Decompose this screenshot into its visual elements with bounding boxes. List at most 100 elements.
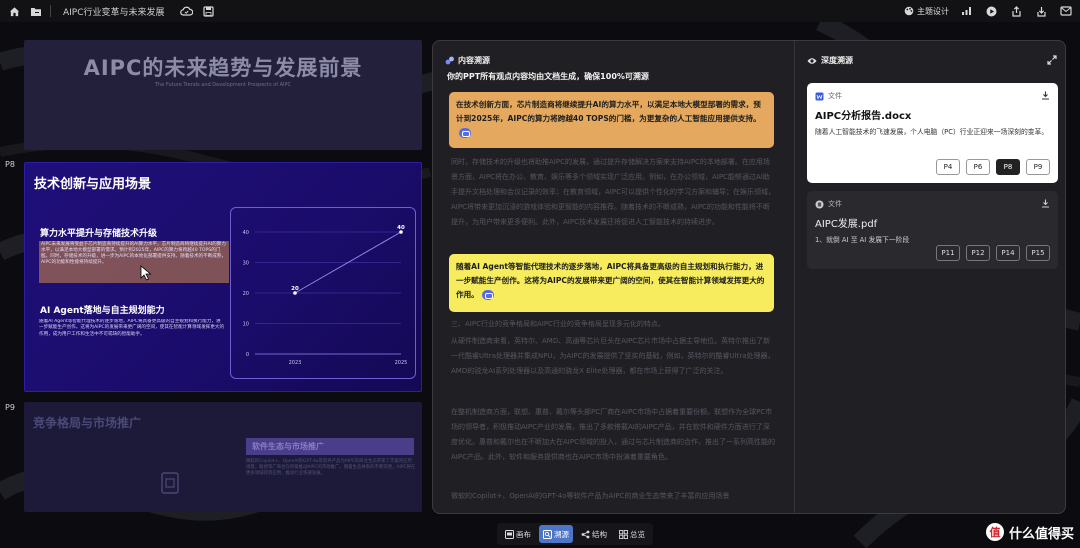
grid-icon xyxy=(619,529,628,539)
canvas-view-button[interactable]: 画布 xyxy=(501,525,535,543)
page-ref-button-active[interactable]: P8 xyxy=(996,159,1020,175)
download-icon[interactable] xyxy=(1041,199,1050,208)
source-view-label: 溯源 xyxy=(554,529,569,539)
source-file-card[interactable]: 文件 AIPC分析报告.docx 随着人工智能技术的飞速发展，个人电脑（PC）行… xyxy=(807,83,1058,183)
page-number-p8: P8 xyxy=(5,160,15,169)
watermark: 值 什么值得买 xyxy=(985,522,1074,542)
file-tag: 文件 xyxy=(815,91,1050,101)
y-tick-label: 20 xyxy=(243,291,249,297)
source-text: 三、AIPC行业的竞争格局和AIPC行业的竞争格局呈现多元化的特点。 xyxy=(451,320,665,328)
play-icon[interactable] xyxy=(983,3,999,19)
divider xyxy=(50,5,51,17)
slide-section-tag: 软件生态与市场推广 xyxy=(246,438,414,455)
highlight-text: 在技术创新方面，芯片制造商将继续提升AI的算力水平，以满足本地大模型部署的需求，… xyxy=(456,100,761,123)
mail-icon[interactable] xyxy=(1058,3,1074,19)
slide-title: AIPC的未来趋势与发展前景 xyxy=(83,56,363,80)
page-ref-button[interactable]: P14 xyxy=(996,245,1020,261)
watermark-text: 什么值得买 xyxy=(1008,526,1074,542)
top-bar-left: AIPC行业变革与未来发展 xyxy=(0,3,217,19)
structure-icon xyxy=(581,530,590,538)
word-file-icon xyxy=(815,92,824,100)
content-source-title: 内容溯源 xyxy=(458,56,490,65)
expand-icon[interactable] xyxy=(1047,55,1057,65)
theme-design-label: 主题设计 xyxy=(917,6,949,16)
canvas-view-label: 画布 xyxy=(516,529,531,539)
page-ref-button[interactable]: P6 xyxy=(966,159,990,175)
document-title[interactable]: AIPC行业变革与未来发展 xyxy=(63,5,165,18)
x-tick-label: 2023 xyxy=(289,360,302,366)
folder-icon[interactable] xyxy=(28,3,44,19)
deep-source-title: 深度溯源 xyxy=(821,56,853,65)
link-icon[interactable] xyxy=(459,128,471,138)
deep-source-column: 深度溯源 文件 AIPC分析报告.docx 随着人工智能技术的飞速发展，个人电脑… xyxy=(794,41,1065,513)
y-tick-label: 30 xyxy=(243,261,249,267)
y-tick-label: 40 xyxy=(243,230,249,236)
source-icon xyxy=(445,56,454,65)
slide-subtitle: The Future Trends and Development Prospe… xyxy=(154,82,292,88)
source-text: 在整机制造商方面，联想、惠普、戴尔等头部PC厂商在AIPC市场中占据着重要份额。… xyxy=(451,408,775,461)
slide-thumbnail-current[interactable]: 技术创新与应用场景 算力水平提升与存储技术升级 AIPC未来发展将受益于芯片制造… xyxy=(24,162,422,392)
source-file-card[interactable]: 文件 AIPC发展.pdf 1、就倒 AI 至 AI 发展下一阶段 P11 P1… xyxy=(807,191,1058,269)
page-ref-button[interactable]: P15 xyxy=(1026,245,1050,261)
page-number-p9: P9 xyxy=(5,403,15,412)
structure-view-button[interactable]: 结构 xyxy=(577,525,611,543)
palette-icon xyxy=(904,6,914,16)
deep-source-header: 深度溯源 xyxy=(807,55,853,66)
highlight-text: 随着AI Agent等智能代理技术的逐步落地，AIPC将具备更高级的自主规划和执… xyxy=(456,262,765,299)
watermark-logo-icon: 值 xyxy=(985,523,1004,541)
source-view-button[interactable]: 溯源 xyxy=(539,525,573,543)
canvas-icon xyxy=(505,529,514,539)
file-excerpt: 随着人工智能技术的飞速发展，个人电脑（PC）行业正迎来一场深刻的变革。 xyxy=(815,128,1049,136)
download-icon[interactable] xyxy=(1033,3,1049,19)
file-name: AIPC分析报告.docx xyxy=(815,111,912,122)
slide-thumbnail-bottom[interactable]: 竞争格局与市场推广 软件生态与市场推广 微软的Copilot+、OpenAI的G… xyxy=(24,402,422,512)
y-tick-label: 10 xyxy=(243,322,249,328)
source-text: 微软的Copilot+、OpenAI的GPT-4o等软件产品为AIPC的商业生态… xyxy=(451,492,730,500)
content-source-header: 内容溯源 xyxy=(445,55,490,66)
link-icon[interactable] xyxy=(481,290,494,300)
section-title: AI Agent落地与自主规划能力 xyxy=(40,306,165,316)
top-bar-right: 主题设计 xyxy=(904,3,1074,19)
file-tag-label: 文件 xyxy=(828,200,842,208)
home-icon[interactable] xyxy=(6,3,22,19)
file-name: AIPC发展.pdf xyxy=(815,219,878,230)
top-bar: AIPC行业变革与未来发展 主题设计 xyxy=(0,0,1080,22)
page-ref-button[interactable]: P9 xyxy=(1026,159,1050,175)
overview-view-button[interactable]: 总览 xyxy=(615,525,649,543)
structure-view-label: 结构 xyxy=(592,529,607,539)
slide-title: 竞争格局与市场推广 xyxy=(33,416,142,430)
save-icon[interactable] xyxy=(201,3,217,19)
section-text-highlighted: AIPC未来发展将受益于芯片制造商持续提升的AI算力水平，芯片制造商将继续提升A… xyxy=(39,241,229,283)
share-icon[interactable] xyxy=(1008,3,1024,19)
section-text: 随着AI Agent等智能代理技术的逐步落地，AIPC将具备更高级的自主规划和执… xyxy=(39,319,225,337)
slide-text: 微软的Copilot+、OpenAI的GPT-4o等软件产品为AIPC的商业生态… xyxy=(246,459,416,476)
source-text: 从硬件制造商来看，英特尔、AMD、高通等芯片巨头在AIPC芯片市场中占据主导地位… xyxy=(451,337,775,375)
slide-thumbnail-top[interactable]: AIPC的未来趋势与发展前景 The Future Trends and Dev… xyxy=(24,40,422,150)
chart-icon[interactable] xyxy=(958,3,974,19)
cloud-icon[interactable] xyxy=(179,3,195,19)
overview-view-label: 总览 xyxy=(630,529,645,539)
source-text: 同时，存储技术的升级也将助推AIPC的发展，通过提升存储解决方案来支持AIPC的… xyxy=(451,158,775,226)
svg-text:值: 值 xyxy=(989,525,1000,539)
page-ref-button[interactable]: P4 xyxy=(936,159,960,175)
highlighted-source-block[interactable]: 随着AI Agent等智能代理技术的逐步落地，AIPC将具备更高级的自主规划和执… xyxy=(449,254,774,312)
page-ref-button[interactable]: P12 xyxy=(966,245,990,261)
page-references: P4 P6 P8 P9 xyxy=(936,159,1050,175)
page-ref-button[interactable]: P11 xyxy=(936,245,960,261)
line-chart: 0 10 20 30 40 2023 2025 20 40 xyxy=(230,207,416,379)
slide-title: 技术创新与应用场景 xyxy=(34,177,152,192)
source-view-icon xyxy=(543,529,552,539)
download-icon[interactable] xyxy=(1041,91,1050,100)
content-source-subtitle: 你的PPT所有观点内容均由文档生成，确保100%可溯源 xyxy=(447,72,649,81)
x-tick-label: 2025 xyxy=(395,360,408,366)
view-mode-toolbar: 画布 溯源 结构 总览 xyxy=(497,523,653,545)
cursor-icon xyxy=(140,265,152,281)
data-label: 20 xyxy=(291,286,299,292)
content-source-column: 内容溯源 你的PPT所有观点内容均由文档生成，确保100%可溯源 在技术创新方面… xyxy=(433,41,793,513)
highlighted-source-block[interactable]: 在技术创新方面，芯片制造商将继续提升AI的算力水平，以满足本地大模型部署的需求，… xyxy=(449,92,774,148)
source-tracing-panel: 内容溯源 你的PPT所有观点内容均由文档生成，确保100%可溯源 在技术创新方面… xyxy=(432,40,1066,514)
section-title: 算力水平提升与存储技术升级 xyxy=(40,229,158,239)
line-chart-svg: 0 10 20 30 40 2023 2025 20 40 xyxy=(243,225,408,366)
eye-icon xyxy=(807,57,817,64)
theme-design-button[interactable]: 主题设计 xyxy=(904,6,949,17)
